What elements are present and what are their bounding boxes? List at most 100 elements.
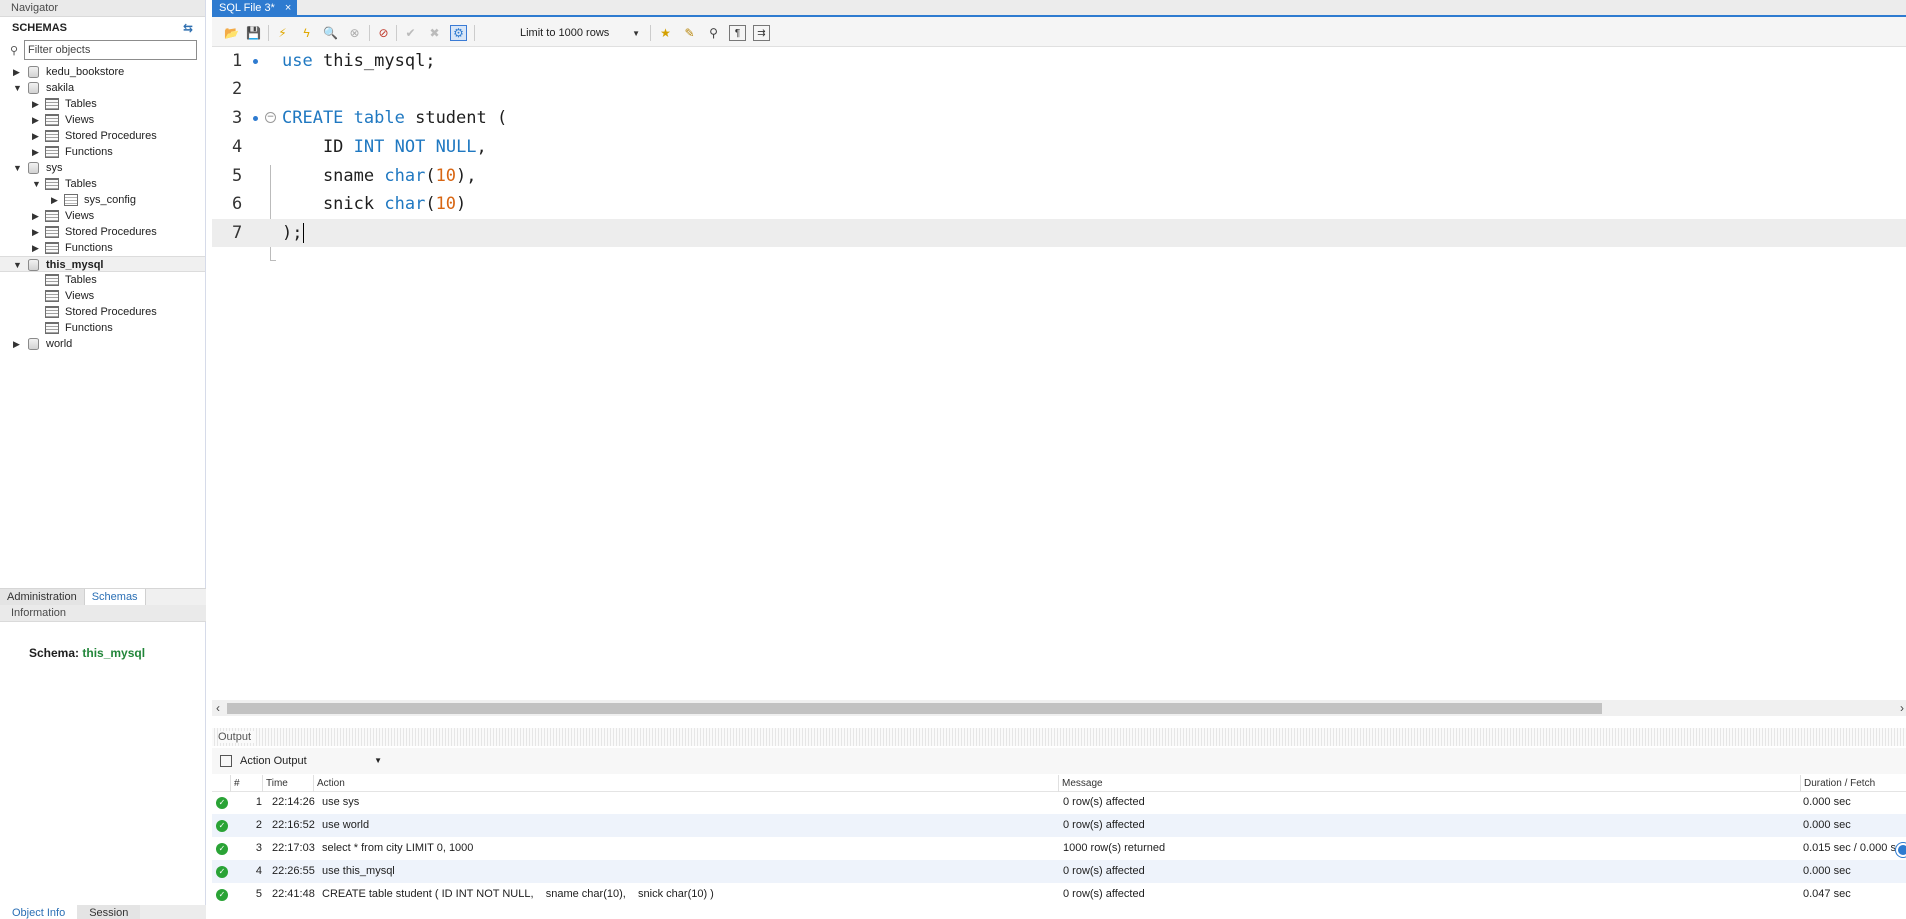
schema-kedu-bookstore[interactable]: ▶ kedu_bookstore xyxy=(0,64,205,80)
tables-folder-icon xyxy=(45,178,59,190)
tree-label: Stored Procedures xyxy=(65,130,157,142)
code-line[interactable]: 2 xyxy=(212,75,1906,103)
execute-icon[interactable]: ⚡ xyxy=(274,25,291,41)
output-type-select[interactable]: Action Output ▼ xyxy=(238,753,386,769)
filter-objects-input[interactable] xyxy=(24,40,197,60)
invisible-chars-icon[interactable]: ¶ xyxy=(729,25,746,41)
tab-schemas[interactable]: Schemas xyxy=(84,589,146,606)
schema-info-label: Schema: xyxy=(29,646,80,660)
editor-horizontal-scrollbar[interactable]: ‹ › xyxy=(212,700,1906,716)
expand-arrow-icon[interactable]: ▶ xyxy=(13,64,23,80)
schema-world[interactable]: ▶ world xyxy=(0,336,205,352)
sakila-tables[interactable]: ▶ Tables xyxy=(0,96,205,112)
collapse-arrow-icon[interactable]: ▼ xyxy=(13,160,23,176)
code-line[interactable]: 6 snick char(10) xyxy=(212,190,1906,218)
limit-rows-select[interactable]: Limit to 1000 rows ▼ xyxy=(520,26,642,42)
find-icon[interactable]: ⚲ xyxy=(705,25,722,41)
collapse-arrow-icon[interactable]: ▼ xyxy=(32,176,42,192)
stop-icon[interactable]: ⊗ xyxy=(346,25,363,41)
tab-session[interactable]: Session xyxy=(77,905,141,919)
expand-arrow-icon[interactable]: ▶ xyxy=(32,112,42,128)
sakila-views[interactable]: ▶ Views xyxy=(0,112,205,128)
explain-icon[interactable]: 🔍 xyxy=(322,25,339,41)
sakila-functions[interactable]: ▶ Functions xyxy=(0,144,205,160)
copy-icon[interactable] xyxy=(220,755,232,767)
expand-arrow-icon[interactable]: ▶ xyxy=(51,192,61,208)
sys-stored-procedures[interactable]: ▶ Stored Procedures xyxy=(0,224,205,240)
expand-arrow-icon[interactable]: ▶ xyxy=(13,336,23,352)
save-icon[interactable]: 💾 xyxy=(245,25,262,41)
output-row[interactable]: ✓ 5 22:41:48 CREATE table student ( ID I… xyxy=(212,883,1906,906)
this-mysql-views[interactable]: Views xyxy=(0,288,205,304)
sys-views[interactable]: ▶ Views xyxy=(0,208,205,224)
row-time: 22:26:55 xyxy=(272,865,315,877)
output-row[interactable]: ✓ 1 22:14:26 use sys 0 row(s) affected 0… xyxy=(212,791,1906,814)
fold-toggle-icon[interactable]: − xyxy=(265,112,276,123)
tree-label: world xyxy=(46,338,73,350)
expand-arrow-icon[interactable]: ▶ xyxy=(32,208,42,224)
row-duration: 0.015 sec / 0.000 s xyxy=(1803,842,1896,854)
beautify-icon[interactable]: ✎ xyxy=(681,25,698,41)
code-line[interactable]: 5 sname char(10), xyxy=(212,162,1906,190)
output-row[interactable]: ✓ 3 22:17:03 select * from city LIMIT 0,… xyxy=(212,837,1906,860)
scrollbar-thumb[interactable] xyxy=(227,703,1602,714)
code-line-current[interactable]: 7 ); xyxy=(212,219,1906,247)
column-header-time[interactable]: Time xyxy=(262,775,313,792)
word-wrap-icon[interactable]: ⇉ xyxy=(753,25,770,41)
add-snippet-icon[interactable]: ★ xyxy=(657,25,674,41)
information-title: Information xyxy=(0,605,206,622)
tab-sql-file[interactable]: SQL File 3* × xyxy=(212,0,298,17)
column-header-action[interactable]: Action xyxy=(313,775,1058,792)
column-header-num[interactable]: # xyxy=(230,775,262,792)
open-file-icon[interactable]: 📂 xyxy=(223,25,240,41)
row-action: CREATE table student ( ID INT NOT NULL, … xyxy=(322,888,714,900)
row-duration: 0.000 sec xyxy=(1803,796,1851,808)
functions-folder-icon xyxy=(45,146,59,158)
schema-this-mysql[interactable]: ▼ this_mysql xyxy=(0,256,205,272)
expand-arrow-icon[interactable]: ▶ xyxy=(32,128,42,144)
rollback-icon[interactable]: ✖ xyxy=(426,25,443,41)
expand-arrow-icon[interactable]: ▶ xyxy=(32,224,42,240)
functions-folder-icon xyxy=(45,242,59,254)
close-tab-icon[interactable]: × xyxy=(285,0,291,17)
expand-arrow-icon[interactable]: ▶ xyxy=(32,144,42,160)
output-row[interactable]: ✓ 2 22:16:52 use world 0 row(s) affected… xyxy=(212,814,1906,837)
tab-object-info[interactable]: Object Info xyxy=(0,905,78,919)
collapse-arrow-icon[interactable]: ▼ xyxy=(13,257,23,273)
code-line[interactable]: 1 use this_mysql; xyxy=(212,47,1906,75)
scroll-left-icon[interactable]: ‹ xyxy=(216,700,220,716)
row-time: 22:17:03 xyxy=(272,842,315,854)
scroll-right-icon[interactable]: › xyxy=(1900,700,1904,716)
output-row[interactable]: ✓ 4 22:26:55 use this_mysql 0 row(s) aff… xyxy=(212,860,1906,883)
column-header-duration[interactable]: Duration / Fetch xyxy=(1800,775,1906,792)
commit-icon[interactable]: ✔ xyxy=(402,25,419,41)
output-scroll-indicator-icon[interactable] xyxy=(1896,843,1906,857)
tree-label: this_mysql xyxy=(46,259,104,271)
execute-current-icon[interactable]: ϟ xyxy=(298,25,315,41)
this-mysql-functions[interactable]: Functions xyxy=(0,320,205,336)
sql-editor[interactable]: 1 use this_mysql; 2 3 − CREATE table stu… xyxy=(212,47,1906,701)
this-mysql-stored-procedures[interactable]: Stored Procedures xyxy=(0,304,205,320)
text-caret xyxy=(303,223,305,243)
sys-tables[interactable]: ▼ Tables xyxy=(0,176,205,192)
column-header-message[interactable]: Message xyxy=(1058,775,1800,792)
table-sys-config[interactable]: ▶ sys_config xyxy=(0,192,205,208)
success-icon: ✓ xyxy=(216,797,228,809)
autocommit-icon[interactable]: ⚙ xyxy=(450,25,467,41)
expand-arrow-icon[interactable]: ▶ xyxy=(32,240,42,256)
output-toolbar: Action Output ▼ xyxy=(212,748,1906,774)
sakila-stored-procedures[interactable]: ▶ Stored Procedures xyxy=(0,128,205,144)
line-number: 6 xyxy=(232,194,243,214)
collapse-arrow-icon[interactable]: ▼ xyxy=(13,80,23,96)
views-folder-icon xyxy=(45,290,59,302)
schema-sys[interactable]: ▼ sys xyxy=(0,160,205,176)
tab-administration[interactable]: Administration xyxy=(0,589,85,606)
expand-arrow-icon[interactable]: ▶ xyxy=(32,96,42,112)
code-line[interactable]: 4 ID INT NOT NULL, xyxy=(212,133,1906,161)
refresh-icon[interactable]: ⇆ xyxy=(183,21,193,35)
code-line[interactable]: 3 − CREATE table student ( xyxy=(212,104,1906,132)
toggle-error-icon[interactable]: ⊘ xyxy=(375,25,392,41)
sys-functions[interactable]: ▶ Functions xyxy=(0,240,205,256)
schema-sakila[interactable]: ▼ sakila xyxy=(0,80,205,96)
this-mysql-tables[interactable]: Tables xyxy=(0,272,205,288)
